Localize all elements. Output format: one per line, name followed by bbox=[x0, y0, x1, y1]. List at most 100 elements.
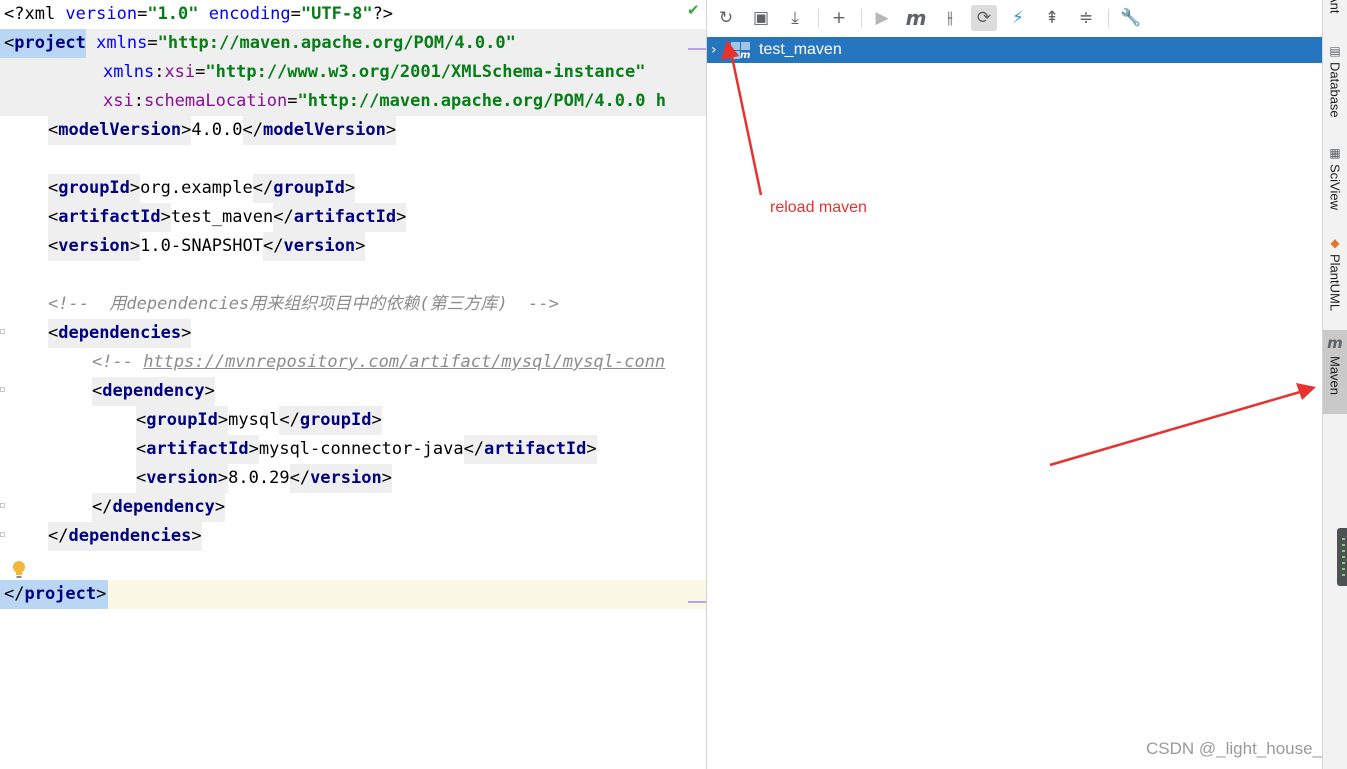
tool-window-label: PlantUML bbox=[1327, 254, 1343, 312]
code-line-15[interactable]: <groupId>mysql</groupId> bbox=[0, 406, 382, 435]
maven-m-icon: m bbox=[905, 6, 927, 30]
code-line-14[interactable]: <dependency> bbox=[0, 377, 215, 406]
run-button[interactable]: ▶ bbox=[869, 5, 895, 31]
close-tag: </artifactId> bbox=[273, 203, 407, 232]
xml-declaration-open: <?xml bbox=[4, 4, 66, 24]
tool-window-database[interactable]: ▤ Database bbox=[1323, 40, 1347, 122]
code-line-7[interactable]: <groupId>org.example</groupId> bbox=[0, 174, 356, 203]
open-tag: <dependency> bbox=[92, 377, 215, 406]
download-sources-button[interactable]: ⤓ bbox=[782, 5, 808, 31]
close-tag: </groupId> bbox=[252, 174, 356, 203]
close-tag: </modelVersion> bbox=[242, 116, 397, 145]
play-icon: ▶ bbox=[875, 8, 889, 28]
tool-window-ant[interactable]: Ant bbox=[1323, 0, 1347, 22]
tag-name: groupId bbox=[299, 410, 372, 430]
tag-name: version bbox=[58, 236, 130, 256]
code-line-17[interactable]: <version>8.0.29</version> bbox=[0, 464, 392, 493]
attr-name: encoding bbox=[208, 4, 291, 24]
tag-name: version bbox=[310, 468, 382, 488]
code-line-18[interactable]: </dependency> bbox=[0, 493, 226, 522]
memory-indicator[interactable] bbox=[1337, 528, 1347, 586]
open-tag: <artifactId> bbox=[48, 203, 171, 232]
fold-marker[interactable] bbox=[688, 601, 706, 603]
close-tag: </artifactId> bbox=[463, 435, 597, 464]
code-line-2[interactable]: <project xmlns="http://maven.apache.org/… bbox=[0, 29, 706, 58]
code-line-12[interactable]: <dependencies> bbox=[0, 319, 192, 348]
toggle-skip-tests-button[interactable]: ⟳ bbox=[971, 5, 997, 31]
close-tag: </version> bbox=[262, 232, 366, 261]
equals-sign: = bbox=[287, 91, 298, 111]
tag-text: test_maven bbox=[170, 207, 274, 227]
toggle-offline-button[interactable]: ⫲ bbox=[937, 5, 963, 31]
expand-all-button[interactable]: ⇞ bbox=[1039, 5, 1065, 31]
chevron-right-icon[interactable]: › bbox=[711, 37, 727, 63]
code-line-21[interactable]: </project> bbox=[0, 580, 706, 609]
add-maven-project-button[interactable]: + bbox=[826, 5, 852, 31]
open-tag: <groupId> bbox=[136, 406, 229, 435]
folder-refresh-icon: ▣ bbox=[752, 8, 770, 28]
code-line-13[interactable]: <!-- https://mvnrepository.com/artifact/… bbox=[0, 348, 665, 377]
equals-sign: = bbox=[147, 33, 158, 53]
maven-tool-window: ↻ ▣ ⤓ + ▶ m ⫲ ⟳ ⚡ ⇞ ≑ 🔧 › m test_maven bbox=[706, 0, 1322, 769]
equals-sign: = bbox=[195, 62, 206, 82]
tag-name: artifactId bbox=[58, 207, 161, 227]
tag-text: 4.0.0 bbox=[191, 120, 243, 140]
maven-project-node[interactable]: › m test_maven bbox=[707, 37, 1322, 63]
toolbar-separator bbox=[1108, 9, 1109, 27]
close-tag: </dependency> bbox=[92, 493, 226, 522]
database-icon: ▤ bbox=[1329, 44, 1341, 58]
checkmark-icon: ✔ bbox=[687, 1, 700, 19]
show-dependencies-button[interactable]: ⚡ bbox=[1005, 5, 1031, 31]
generate-sources-button[interactable]: ▣ bbox=[748, 5, 774, 31]
open-tag: <artifactId> bbox=[136, 435, 259, 464]
open-tag: <version> bbox=[48, 232, 141, 261]
close-tag: </dependencies> bbox=[48, 522, 202, 551]
svg-text:m: m bbox=[740, 50, 750, 59]
tool-window-maven[interactable]: m Maven bbox=[1323, 330, 1347, 414]
code-line-8[interactable]: <artifactId>test_maven</artifactId> bbox=[0, 203, 407, 232]
tag-text: mysql bbox=[228, 410, 280, 430]
maven-icon: m bbox=[1327, 334, 1343, 352]
collapse-all-icon: ≑ bbox=[1078, 8, 1094, 28]
maven-module-icon: m bbox=[731, 42, 750, 59]
project-open-tag: <project bbox=[0, 29, 86, 58]
tag-name: project bbox=[24, 584, 97, 604]
code-line-19[interactable]: </dependencies> bbox=[0, 522, 202, 551]
tool-window-label: SciView bbox=[1327, 164, 1343, 211]
fold-marker[interactable] bbox=[688, 48, 706, 50]
code-line-3[interactable]: xmlns:xsi="http://www.w3.org/2001/XMLSch… bbox=[0, 58, 706, 87]
attr-name: xsi bbox=[164, 62, 196, 82]
code-line-4[interactable]: xsi:schemaLocation="http://maven.apache.… bbox=[0, 87, 706, 116]
maven-settings-button[interactable]: 🔧 bbox=[1118, 5, 1144, 31]
colon: : bbox=[133, 91, 144, 111]
pom-editor[interactable]: ✔ <?xml version="1.0" encoding="UTF-8"?>… bbox=[0, 0, 706, 769]
attr-value: "http://maven.apache.org/POM/4.0.0 h bbox=[297, 91, 666, 111]
collapse-all-button[interactable]: ≑ bbox=[1073, 5, 1099, 31]
code-line-16[interactable]: <artifactId>mysql-connector-java</artifa… bbox=[0, 435, 597, 464]
tool-window-label: Maven bbox=[1327, 356, 1343, 396]
code-comment: <!-- 用dependencies用来组织项目中的依赖(第三方库) --> bbox=[48, 294, 559, 314]
tag-bracket: < bbox=[4, 33, 15, 53]
execute-goal-button[interactable]: m bbox=[903, 5, 929, 31]
reload-maven-button[interactable]: ↻ bbox=[713, 5, 739, 31]
code-line-5[interactable]: <modelVersion>4.0.0</modelVersion> bbox=[0, 116, 397, 145]
download-icon: ⤓ bbox=[791, 8, 799, 28]
tag-name: artifactId bbox=[146, 439, 249, 459]
attr-name: version bbox=[65, 4, 138, 24]
wrench-icon: 🔧 bbox=[1120, 8, 1142, 28]
project-close-tag: </project> bbox=[0, 580, 109, 609]
plus-icon: + bbox=[831, 8, 847, 28]
open-tag: <groupId> bbox=[48, 174, 141, 203]
tool-window-sciview[interactable]: ▦ SciView bbox=[1323, 142, 1347, 214]
code-line-1[interactable]: <?xml version="1.0" encoding="UTF-8"?> bbox=[4, 0, 393, 29]
comment-prefix: <!-- bbox=[92, 352, 144, 372]
tool-window-plantuml[interactable]: ◆ PlantUML bbox=[1323, 232, 1347, 320]
code-line-9[interactable]: <version>1.0-SNAPSHOT</version> bbox=[0, 232, 366, 261]
tag-name: dependency bbox=[102, 381, 205, 401]
mvnrepository-link[interactable]: https://mvnrepository.com/artifact/mysql… bbox=[143, 352, 665, 372]
toolbar-separator bbox=[861, 9, 862, 27]
code-line-11[interactable]: <!-- 用dependencies用来组织项目中的依赖(第三方库) --> bbox=[0, 290, 559, 319]
lightbulb-icon[interactable] bbox=[12, 560, 26, 580]
colon: : bbox=[154, 62, 165, 82]
open-tag: <version> bbox=[136, 464, 229, 493]
